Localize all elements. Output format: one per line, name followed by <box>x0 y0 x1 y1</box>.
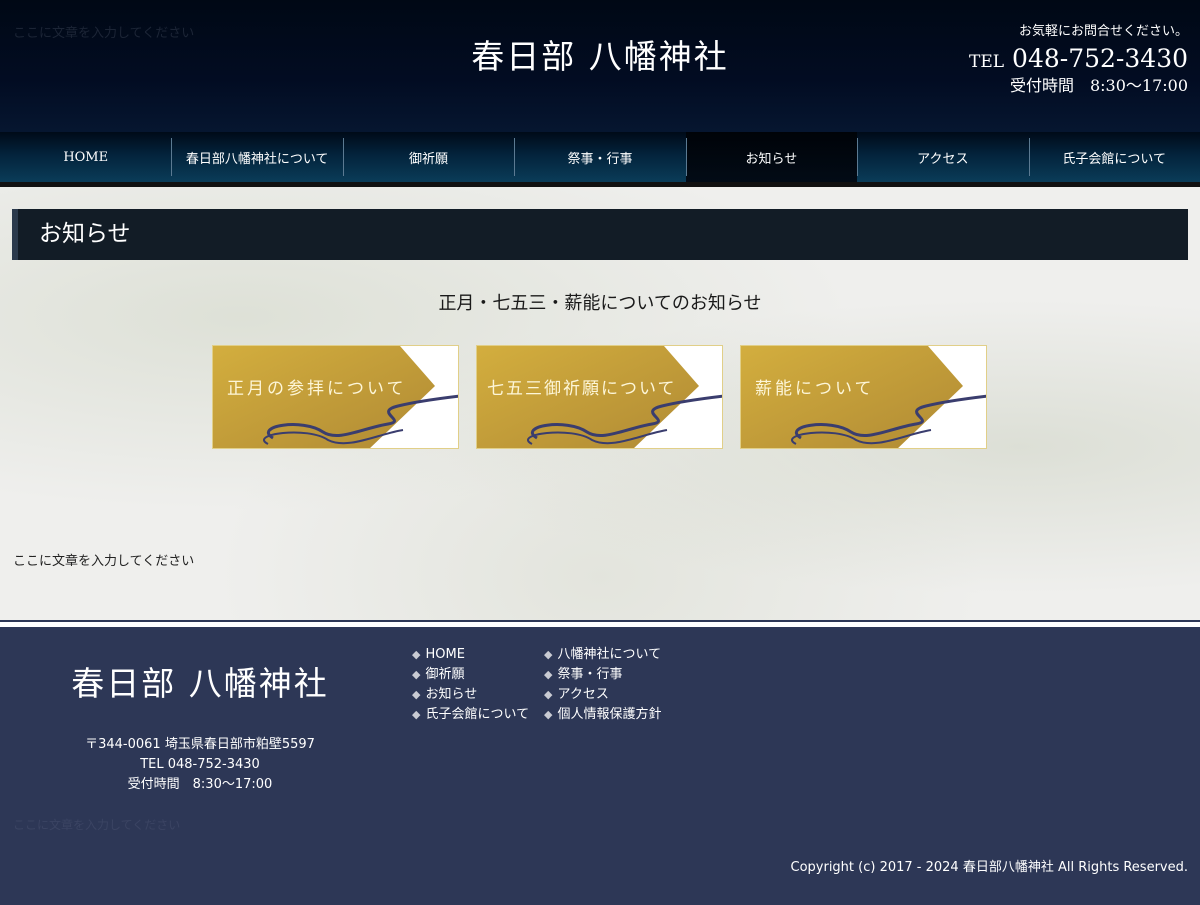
banner-shichigosan[interactable]: 七五三御祈願について <box>476 345 723 449</box>
footer-link-label: 氏子会館について <box>425 707 530 722</box>
footer-link-events[interactable]: ◆ 祭事・行事 <box>544 665 684 685</box>
nav-item-access[interactable]: アクセス <box>857 132 1028 182</box>
page-title: お知らせ <box>12 209 1188 260</box>
footer-link-home[interactable]: ◆ HOME <box>412 645 544 665</box>
nav-item-home[interactable]: HOME <box>0 132 171 182</box>
footer-faint-text: ここに文章を入力してください <box>13 818 181 832</box>
footer-link-label: 祭事・行事 <box>557 667 623 682</box>
contact-lead: お気軽にお問合せください。 <box>1018 24 1188 39</box>
main-note: ここに文章を入力してください <box>13 554 195 569</box>
banner-label: 薪能について <box>755 379 875 399</box>
diamond-icon: ◆ <box>412 648 421 661</box>
main-nav: HOME 春日部八幡神社について 御祈願 祭事・行事 お知らせ アクセス 氏子会… <box>0 132 1200 182</box>
footer-link-privacy[interactable]: ◆ 個人情報保護方針 <box>544 705 684 725</box>
nav-item-hall[interactable]: 氏子会館について <box>1028 132 1200 182</box>
nav-item-prayer[interactable]: 御祈願 <box>342 132 514 182</box>
footer-hours: 受付時間 8:30〜17:00 <box>127 777 273 792</box>
footer-address: 〒344-0061 埼玉県春日部市粕壁5597 <box>85 737 315 752</box>
contact-tel[interactable]: TEL 048-752-3430 <box>969 45 1188 76</box>
footer-info: 〒344-0061 埼玉県春日部市粕壁5597 TEL 048-752-3430… <box>0 735 400 795</box>
site-footer: 春日部 八幡神社 〒344-0061 埼玉県春日部市粕壁5597 TEL 048… <box>0 627 1200 905</box>
footer-tel: TEL 048-752-3430 <box>140 757 260 772</box>
footer-site-title[interactable]: 春日部 八幡神社 <box>0 657 400 705</box>
banner-label: 七五三御祈願について <box>487 379 677 399</box>
nav-item-about[interactable]: 春日部八幡神社について <box>171 132 342 182</box>
diamond-icon: ◆ <box>544 688 553 701</box>
footer-link-label: 御祈願 <box>425 667 465 682</box>
copyright: Copyright (c) 2017 - 2024 春日部八幡神社 All Ri… <box>790 860 1189 875</box>
footer-link-label: お知らせ <box>425 687 478 702</box>
footer-link-hall[interactable]: ◆ 氏子会館について <box>412 705 544 725</box>
footer-link-access[interactable]: ◆ アクセス <box>544 685 684 705</box>
nav-item-news[interactable]: お知らせ <box>685 132 858 182</box>
footer-links: ◆ HOME ◆ 八幡神社について ◆ 御祈願 ◆ 祭事・行事 ◆ お知らせ ◆ アクセス … <box>412 645 684 725</box>
tel-prefix: TEL <box>969 52 1005 72</box>
banner-takigi-noh[interactable]: 薪能について <box>740 345 987 449</box>
footer-divider <box>0 620 1200 627</box>
footer-link-about[interactable]: ◆ 八幡神社について <box>544 645 684 665</box>
diamond-icon: ◆ <box>544 668 553 681</box>
banner-label: 正月の参拝について <box>227 379 407 399</box>
banner-new-year[interactable]: 正月の参拝について <box>212 345 459 449</box>
footer-link-label: HOME <box>425 647 465 662</box>
header-contact: お気軽にお問合せください。 TEL 048-752-3430 受付時間 8:30… <box>969 20 1188 96</box>
section-title: 正月・七五三・薪能についてのお知らせ <box>438 293 762 314</box>
contact-hours: 受付時間 8:30〜17:00 <box>1009 76 1188 95</box>
main-content: お知らせ 正月・七五三・薪能についてのお知らせ 正月の参拝について 七五三御祈願… <box>0 187 1200 620</box>
tel-number: 048-752-3430 <box>1012 44 1188 73</box>
diamond-icon: ◆ <box>544 708 553 721</box>
footer-link-label: アクセス <box>557 687 609 702</box>
nav-item-events[interactable]: 祭事・行事 <box>514 132 685 182</box>
diamond-icon: ◆ <box>544 648 553 661</box>
footer-link-label: 個人情報保護方針 <box>557 707 662 722</box>
diamond-icon: ◆ <box>412 708 421 721</box>
footer-link-news[interactable]: ◆ お知らせ <box>412 685 544 705</box>
footer-link-label: 八幡神社について <box>557 647 662 662</box>
site-header: ここに文章を入力してください 春日部 八幡神社 お気軽にお問合せください。 TE… <box>0 0 1200 132</box>
footer-link-prayer[interactable]: ◆ 御祈願 <box>412 665 544 685</box>
diamond-icon: ◆ <box>412 688 421 701</box>
diamond-icon: ◆ <box>412 668 421 681</box>
